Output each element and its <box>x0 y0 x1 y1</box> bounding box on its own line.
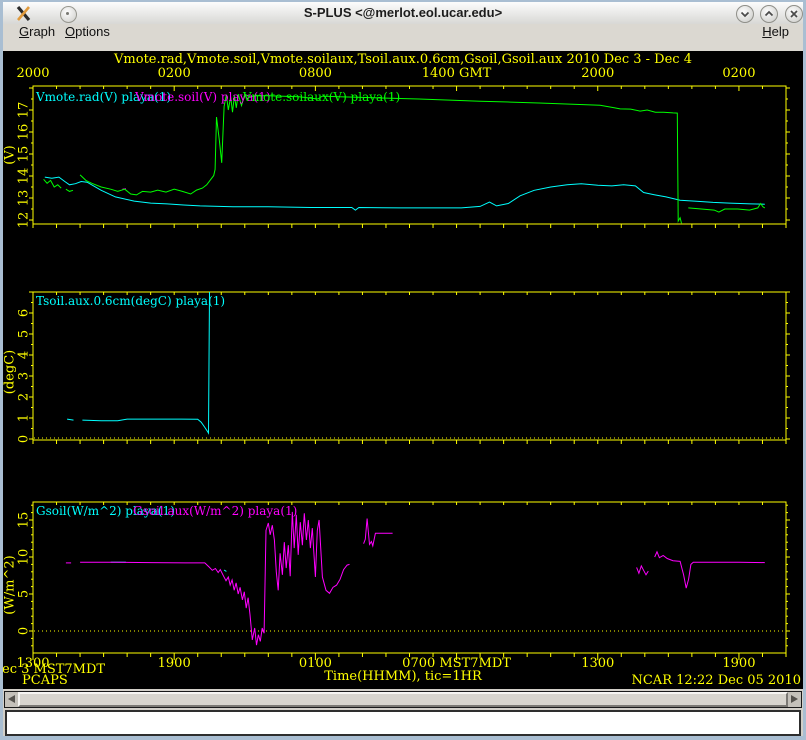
series-line <box>67 419 73 420</box>
bottom-panel <box>3 689 803 736</box>
chevron-up-icon <box>761 6 777 22</box>
maximize-button[interactable] <box>760 5 778 23</box>
chart-canvas <box>3 51 803 689</box>
horizontal-scrollbar[interactable] <box>4 691 802 708</box>
splus-window: S-PLUS <@merlot.eol.ucar.edu> Graph Opti… <box>0 0 806 740</box>
footer-timestamp: NCAR 12:22 Dec 05 2010 <box>631 673 801 688</box>
close-icon <box>786 6 802 22</box>
scrollbar-thumb[interactable] <box>18 692 788 707</box>
chevron-down-icon <box>737 6 753 22</box>
scrollbar-left-arrow-icon[interactable] <box>8 695 15 703</box>
close-button[interactable] <box>785 5 803 23</box>
command-input[interactable] <box>5 710 801 736</box>
series-line <box>364 519 393 546</box>
menu-options[interactable]: Options <box>65 24 110 39</box>
menubar: Graph Options Help <box>3 24 803 51</box>
series-line <box>44 179 62 188</box>
plot-frame <box>33 292 786 440</box>
series-line <box>637 566 649 575</box>
titlebar[interactable]: S-PLUS <@merlot.eol.ucar.edu> <box>3 2 803 25</box>
series-line <box>224 570 226 571</box>
menu-graph[interactable]: Graph <box>19 24 55 39</box>
series-line <box>45 177 765 210</box>
series-line <box>82 292 209 433</box>
series-line <box>66 189 73 191</box>
plot-frame <box>33 86 786 224</box>
plot-frame <box>33 502 786 653</box>
plot-region: Vmote.rad,Vmote.soil,Vmote.soilaux,Tsoil… <box>3 51 803 689</box>
menu-help[interactable]: Help <box>762 24 789 39</box>
scrollbar-right-arrow-icon[interactable] <box>791 695 798 703</box>
window-title: S-PLUS <@merlot.eol.ucar.edu> <box>3 5 803 20</box>
minimize-button[interactable] <box>736 5 754 23</box>
series-line <box>655 552 765 588</box>
series-line <box>688 204 765 213</box>
series-line <box>80 512 349 645</box>
